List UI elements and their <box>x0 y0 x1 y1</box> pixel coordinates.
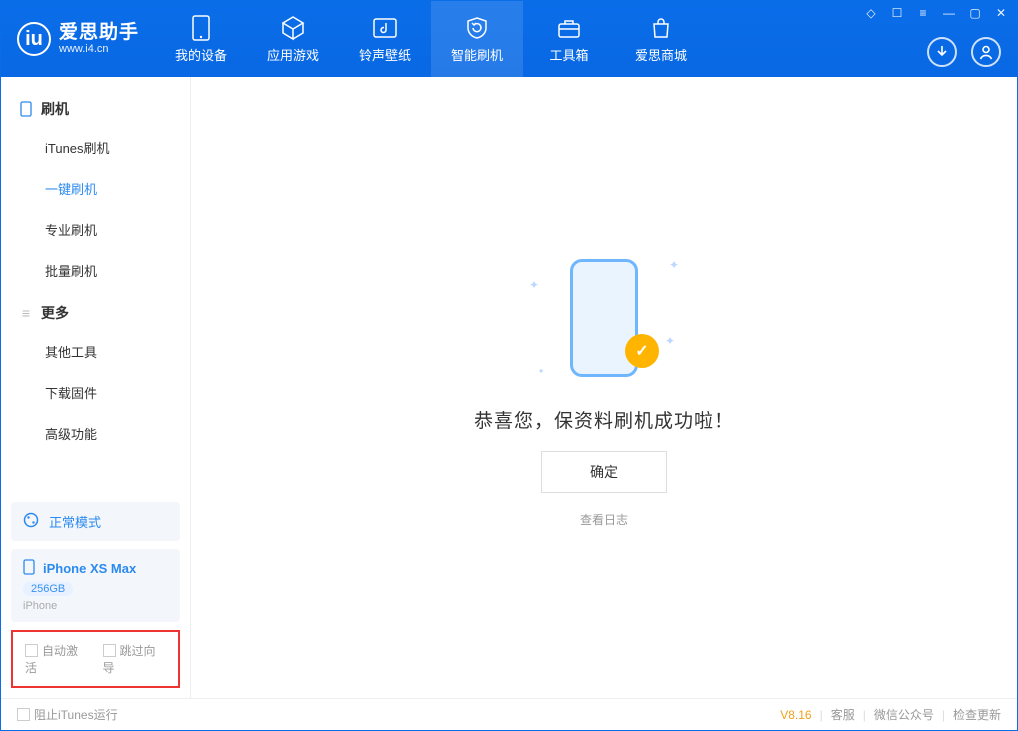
sidebar-group-title: 更多 <box>41 303 69 323</box>
nav-label: 工具箱 <box>550 45 589 64</box>
app-name: 爱思助手 <box>59 23 139 44</box>
sparkle-icon: ✦ <box>669 258 679 272</box>
nav-label: 应用游戏 <box>267 45 319 64</box>
sidebar-group-title: 刷机 <box>41 99 69 119</box>
success-message: 恭喜您，保资料刷机成功啦！ <box>474 406 734 433</box>
close-button[interactable]: ✕ <box>993 5 1009 21</box>
status-bar: 阻止iTunes运行 V8.16 | 客服 | 微信公众号 | 检查更新 <box>1 698 1017 730</box>
main-nav: 我的设备 应用游戏 铃声壁纸 智能刷机 工具箱 爱思商城 <box>155 1 707 77</box>
nav-store[interactable]: 爱思商城 <box>615 1 707 77</box>
block-itunes-checkbox[interactable]: 阻止iTunes运行 <box>17 706 118 723</box>
phone-icon <box>23 559 35 578</box>
nav-label: 我的设备 <box>175 45 227 64</box>
body: 刷机 iTunes刷机 一键刷机 专业刷机 批量刷机 ≡ 更多 其他工具 下载固… <box>1 77 1017 698</box>
mode-icon <box>23 512 39 531</box>
nav-apps[interactable]: 应用游戏 <box>247 1 339 77</box>
header-right-actions <box>927 37 1001 67</box>
device-capacity: 256GB <box>23 582 73 596</box>
device-type: iPhone <box>23 600 57 612</box>
nav-label: 智能刷机 <box>451 45 503 64</box>
sidebar-item-other-tools[interactable]: 其他工具 <box>1 331 190 372</box>
wechat-link[interactable]: 微信公众号 <box>874 706 934 723</box>
check-update-link[interactable]: 检查更新 <box>953 706 1001 723</box>
nav-toolbox[interactable]: 工具箱 <box>523 1 615 77</box>
auto-activate-checkbox[interactable]: 自动激活 <box>25 642 89 676</box>
device-mode-row[interactable]: 正常模式 <box>11 502 180 541</box>
menu-icon[interactable]: ≡ <box>915 5 931 21</box>
lock-icon[interactable]: ☐ <box>889 5 905 21</box>
sidebar-item-batch-flash[interactable]: 批量刷机 <box>1 250 190 291</box>
device-name: iPhone XS Max <box>43 561 136 576</box>
sparkle-icon: ✦ <box>665 334 675 348</box>
sidebar-item-itunes-flash[interactable]: iTunes刷机 <box>1 127 190 168</box>
sidebar-item-pro-flash[interactable]: 专业刷机 <box>1 209 190 250</box>
nav-my-device[interactable]: 我的设备 <box>155 1 247 77</box>
nav-label: 爱思商城 <box>635 45 687 64</box>
sidebar-item-advanced[interactable]: 高级功能 <box>1 413 190 454</box>
logo-block: iu 爱思助手 www.i4.cn <box>1 1 155 77</box>
view-log-link[interactable]: 查看日志 <box>580 511 628 528</box>
device-icon <box>188 15 214 41</box>
sparkle-icon: • <box>539 364 543 378</box>
window-controls: ◇ ☐ ≡ — ▢ ✕ <box>863 5 1009 21</box>
refresh-shield-icon <box>464 15 490 41</box>
mode-label: 正常模式 <box>49 512 101 531</box>
device-row[interactable]: iPhone XS Max 256GB iPhone <box>11 549 180 622</box>
sidebar-item-oneclick-flash[interactable]: 一键刷机 <box>1 168 190 209</box>
flash-options-row: 自动激活 跳过向导 <box>11 630 180 688</box>
bag-icon <box>648 15 674 41</box>
minimize-button[interactable]: — <box>941 5 957 21</box>
skip-guide-checkbox[interactable]: 跳过向导 <box>103 642 167 676</box>
nav-label: 铃声壁纸 <box>359 45 411 64</box>
app-url: www.i4.cn <box>59 43 139 55</box>
sidebar: 刷机 iTunes刷机 一键刷机 专业刷机 批量刷机 ≡ 更多 其他工具 下载固… <box>1 77 191 698</box>
app-header: iu 爱思助手 www.i4.cn 我的设备 应用游戏 铃声壁纸 智能刷机 工具… <box>1 1 1017 77</box>
logo-icon: iu <box>17 22 51 56</box>
download-button[interactable] <box>927 37 957 67</box>
sidebar-item-download-firmware[interactable]: 下载固件 <box>1 372 190 413</box>
sparkle-icon: ✦ <box>529 278 539 292</box>
maximize-button[interactable]: ▢ <box>967 5 983 21</box>
sidebar-group-more: ≡ 更多 <box>1 291 190 331</box>
phone-icon <box>19 102 33 116</box>
cube-icon <box>280 15 306 41</box>
success-illustration: ✦ ✦ • ✦ ✓ <box>519 248 689 388</box>
support-link[interactable]: 客服 <box>831 706 855 723</box>
main-content: ✦ ✦ • ✦ ✓ 恭喜您，保资料刷机成功啦！ 确定 查看日志 <box>191 77 1017 698</box>
sidebar-group-flash: 刷机 <box>1 87 190 127</box>
music-folder-icon <box>372 15 398 41</box>
sidebar-scroll: 刷机 iTunes刷机 一键刷机 专业刷机 批量刷机 ≡ 更多 其他工具 下载固… <box>1 77 190 492</box>
shirt-icon[interactable]: ◇ <box>863 5 879 21</box>
logo-text: 爱思助手 www.i4.cn <box>59 23 139 56</box>
sidebar-bottom: 正常模式 iPhone XS Max 256GB iPhone 自动激活 跳过向… <box>1 492 190 698</box>
nav-flash[interactable]: 智能刷机 <box>431 1 523 77</box>
ok-button[interactable]: 确定 <box>541 451 667 493</box>
nav-ringtones[interactable]: 铃声壁纸 <box>339 1 431 77</box>
list-icon: ≡ <box>19 306 33 320</box>
toolbox-icon <box>556 15 582 41</box>
user-button[interactable] <box>971 37 1001 67</box>
version-label: V8.16 <box>780 708 811 722</box>
check-icon: ✓ <box>625 334 659 368</box>
